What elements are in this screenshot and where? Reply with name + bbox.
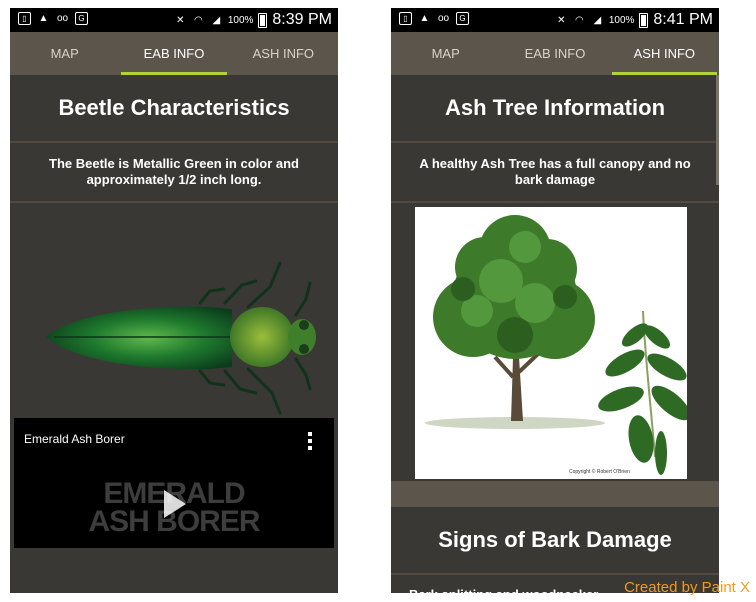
battery-icon [258, 12, 268, 28]
tab-map[interactable]: MAP [10, 32, 119, 75]
scrollbar[interactable] [716, 75, 719, 185]
image-credit: Copyright © Robert O'Brien [569, 469, 630, 475]
play-icon[interactable] [164, 490, 186, 518]
clock: 8:41 PM [653, 11, 713, 28]
phone-screen-left: ▯ ▲ oo G ✕ ◠ ◢ 100% 8:39 PM MAP EAB INFO… [10, 8, 338, 593]
ash-tree-image: Copyright © Robert O'Brien [415, 207, 691, 479]
signal-icon: ◢ [593, 14, 602, 26]
voicemail-icon: oo [437, 13, 450, 24]
tab-ash-info[interactable]: ASH INFO [610, 32, 719, 75]
google-plus-icon: G [456, 12, 469, 25]
phone-icon: ▯ [399, 12, 412, 25]
voicemail-icon: oo [56, 13, 69, 24]
phone-screen-right: ▯ ▲ oo G ✕ ◠ ◢ 100% 8:41 PM MAP EAB INFO… [391, 8, 719, 593]
more-vert-icon[interactable] [308, 432, 314, 453]
tab-bar: MAP EAB INFO ASH INFO [10, 32, 338, 75]
clock: 8:39 PM [272, 11, 332, 28]
section-divider [391, 481, 719, 507]
tree-image-container: Copyright © Robert O'Brien [391, 203, 719, 481]
content-area[interactable]: Ash Tree Information A healthy Ash Tree … [391, 75, 719, 593]
beetle-description: The Beetle is Metallic Green in color an… [10, 143, 338, 203]
tab-ash-info[interactable]: ASH INFO [229, 32, 338, 75]
battery-percent: 100% [608, 14, 635, 26]
warning-icon: ▲ [419, 13, 430, 24]
wifi-icon: ◠ [574, 14, 584, 26]
status-bar: ▯ ▲ oo G ✕ ◠ ◢ 100% 8:39 PM [10, 8, 338, 32]
battery-percent: 100% [227, 14, 254, 26]
tab-bar: MAP EAB INFO ASH INFO [391, 32, 719, 75]
ash-tree-illustration [425, 215, 691, 475]
wifi-icon: ◠ [193, 14, 203, 26]
tab-map[interactable]: MAP [391, 32, 500, 75]
phone-icon: ▯ [18, 12, 31, 25]
google-plus-icon: G [75, 12, 88, 25]
vibrate-mute-icon: ✕ [176, 14, 185, 26]
warning-icon: ▲ [38, 13, 49, 24]
video-player[interactable]: Emerald Ash Borer EMERALD ASH BORER [14, 418, 334, 548]
video-title: Emerald Ash Borer [24, 432, 125, 446]
signal-icon: ◢ [212, 14, 221, 26]
page-title: Ash Tree Information [391, 75, 719, 143]
battery-icon [639, 12, 649, 28]
status-bar: ▯ ▲ oo G ✕ ◠ ◢ 100% 8:41 PM [391, 8, 719, 32]
tab-eab-info[interactable]: EAB INFO [500, 32, 609, 75]
tab-eab-info[interactable]: EAB INFO [119, 32, 228, 75]
vibrate-mute-icon: ✕ [557, 14, 566, 26]
section-title-bark-damage: Signs of Bark Damage [391, 507, 719, 575]
watermark: Created by Paint X [624, 579, 750, 596]
page-title: Beetle Characteristics [10, 75, 338, 143]
tree-description: A healthy Ash Tree has a full canopy and… [391, 143, 719, 203]
